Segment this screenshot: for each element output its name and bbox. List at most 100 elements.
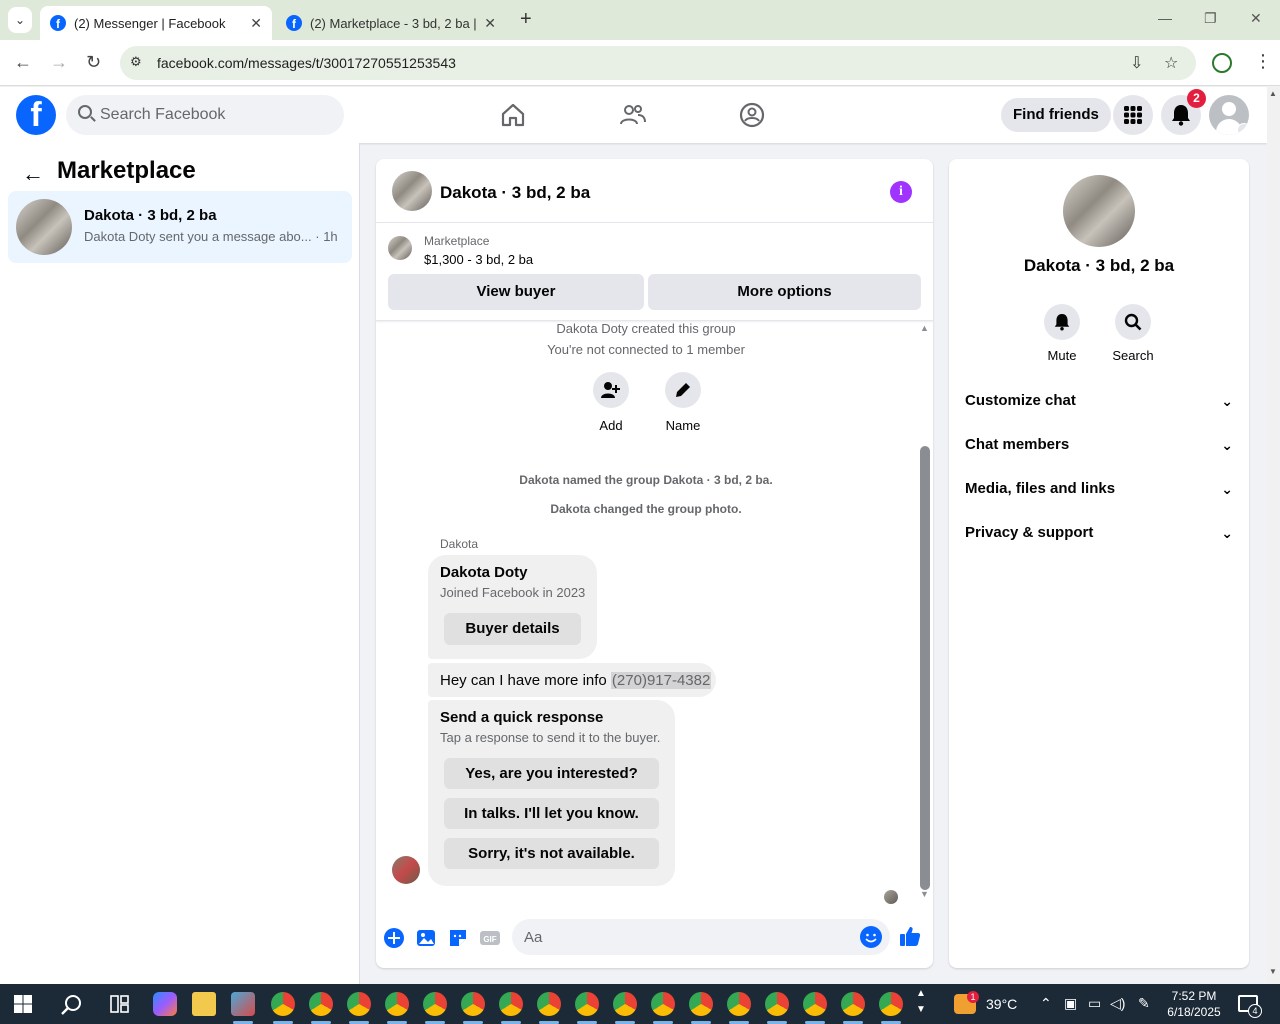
chrome-icon[interactable] (347, 992, 371, 1016)
account-avatar[interactable]: ⌄ (1209, 95, 1249, 135)
menu-grid-button[interactable] (1113, 95, 1153, 135)
file-explorer-icon[interactable] (192, 992, 216, 1016)
chrome-icon[interactable] (575, 992, 599, 1016)
info-icon[interactable]: i (890, 181, 912, 203)
plus-circle-icon[interactable] (383, 927, 405, 949)
tab-search-dropdown[interactable]: ⌄ (8, 7, 32, 33)
close-tab-icon[interactable]: ✕ (484, 15, 496, 32)
thread-scrollbar[interactable]: ▲ ▼ (918, 321, 932, 901)
restore-button[interactable]: ❐ (1204, 10, 1217, 27)
more-options-button[interactable]: More options (648, 274, 921, 310)
page-scrollbar[interactable]: ▲ ▼ (1267, 87, 1280, 984)
scroll-up-icon[interactable]: ▲ (920, 323, 929, 333)
reload-icon[interactable]: ↻ (86, 52, 101, 73)
gif-icon[interactable]: GIF (479, 927, 501, 949)
copilot-icon[interactable] (153, 992, 177, 1016)
emoji-icon[interactable] (860, 926, 882, 948)
quick-response-option[interactable]: Yes, are you interested? (444, 758, 659, 789)
taskbar-search-icon[interactable] (60, 993, 84, 1017)
close-tab-icon[interactable]: ✕ (250, 15, 262, 32)
chrome-icon[interactable] (727, 992, 751, 1016)
photo-icon[interactable] (415, 927, 437, 949)
home-icon[interactable] (499, 101, 527, 129)
tab-marketplace[interactable]: f (2) Marketplace - 3 bd, 2 ba | Fa ✕ (276, 6, 506, 40)
section-label: Chat members (965, 436, 1070, 453)
chat-title[interactable]: Dakota · 3 bd, 2 ba (440, 183, 590, 203)
network-icon[interactable]: ▭ (1088, 995, 1101, 1012)
meet-now-icon[interactable]: ▣ (1064, 995, 1077, 1012)
task-view-icon[interactable] (110, 994, 130, 1014)
sender-avatar[interactable] (392, 856, 420, 884)
scroll-down-icon[interactable]: ▼ (1269, 967, 1277, 976)
search-action[interactable]: Search (1103, 304, 1163, 363)
media-files-links-section[interactable]: Media, files and links ⌄ (965, 471, 1233, 507)
listing-thumbnail[interactable] (388, 236, 412, 260)
message-bubble[interactable]: Hey can I have more info (270)917-4382 (428, 663, 716, 697)
close-window-button[interactable]: ✕ (1250, 10, 1262, 27)
chrome-icon[interactable] (613, 992, 637, 1016)
chrome-icon[interactable] (879, 992, 903, 1016)
chrome-icon[interactable] (499, 992, 523, 1016)
chrome-icon[interactable] (271, 992, 295, 1016)
paint-app-icon[interactable] (231, 992, 255, 1016)
volume-icon[interactable]: ◁) (1110, 995, 1125, 1012)
install-app-icon[interactable]: ⇩ (1130, 53, 1143, 73)
customize-chat-section[interactable]: Customize chat ⌄ (965, 383, 1233, 419)
quick-response-option[interactable]: Sorry, it's not available. (444, 838, 659, 869)
chat-avatar[interactable] (392, 171, 432, 211)
chrome-icon[interactable] (841, 992, 865, 1016)
facebook-logo-icon[interactable]: f (16, 95, 56, 135)
chrome-icon[interactable] (651, 992, 675, 1016)
chrome-icon[interactable] (765, 992, 789, 1016)
find-friends-button[interactable]: Find friends (1001, 98, 1111, 132)
scroll-up-icon[interactable]: ▲ (1269, 89, 1277, 98)
tab-messenger[interactable]: f (2) Messenger | Facebook ✕ (40, 6, 272, 40)
clock[interactable]: 7:52 PM 6/18/2025 (1164, 988, 1224, 1020)
mute-action[interactable]: Mute (1032, 304, 1092, 363)
group-avatar[interactable] (1063, 175, 1135, 247)
browser-menu-icon[interactable]: ⋮ (1254, 51, 1272, 72)
thumbs-up-icon[interactable] (899, 925, 921, 947)
tab-title: (2) Marketplace - 3 bd, 2 ba | Fa (310, 15, 479, 31)
groups-icon[interactable] (738, 101, 766, 129)
add-member-action[interactable]: Add (581, 372, 641, 433)
temperature-text[interactable]: 39°C (986, 996, 1017, 1012)
scroll-down-icon[interactable]: ▼ (920, 889, 929, 899)
pen-icon[interactable]: ✎ (1138, 995, 1150, 1012)
chat-members-section[interactable]: Chat members ⌄ (965, 427, 1233, 463)
conversation-item[interactable]: Dakota · 3 bd, 2 ba Dakota Doty sent you… (8, 191, 352, 263)
quick-response-option[interactable]: In talks. I'll let you know. (444, 798, 659, 829)
view-buyer-button[interactable]: View buyer (388, 274, 644, 310)
back-arrow-icon[interactable]: ← (22, 161, 44, 187)
site-info-icon[interactable]: ⚙ (130, 54, 142, 70)
chrome-icon[interactable] (385, 992, 409, 1016)
buyer-details-button[interactable]: Buyer details (444, 613, 581, 645)
section-label: Media, files and links (965, 480, 1116, 497)
taskbar-overflow-icon[interactable]: ▲ ▼ (916, 986, 926, 1018)
forward-icon[interactable]: → (50, 52, 68, 73)
chrome-icon[interactable] (803, 992, 827, 1016)
address-bar[interactable]: ⚙ facebook.com/messages/t/30017270551253… (120, 46, 1196, 80)
browser-profile-icon[interactable] (1212, 53, 1232, 73)
bookmark-star-icon[interactable]: ☆ (1164, 53, 1178, 73)
name-group-action[interactable]: Name (653, 372, 713, 433)
chrome-icon[interactable] (461, 992, 485, 1016)
tray-chevron-icon[interactable]: ⌃ (1040, 995, 1052, 1012)
sticker-icon[interactable] (447, 927, 469, 949)
privacy-support-section[interactable]: Privacy & support ⌄ (965, 515, 1233, 551)
minimize-button[interactable]: — (1158, 10, 1172, 26)
url-text[interactable]: facebook.com/messages/t/3001727055125354… (157, 55, 456, 71)
chrome-icon[interactable] (689, 992, 713, 1016)
chrome-icon[interactable] (309, 992, 333, 1016)
back-icon[interactable]: ← (14, 52, 32, 73)
chrome-icon[interactable] (537, 992, 561, 1016)
chrome-icon[interactable] (423, 992, 447, 1016)
facebook-search-input[interactable]: Search Facebook (66, 95, 344, 135)
listing-price[interactable]: $1,300 - 3 bd, 2 ba (424, 252, 533, 267)
windows-start-icon[interactable] (14, 995, 32, 1013)
message-phone[interactable]: (270)917-4382 (610, 672, 712, 689)
new-tab-button[interactable]: + (520, 8, 532, 31)
message-input[interactable]: Aa (512, 919, 890, 955)
scrollbar-thumb[interactable] (920, 446, 930, 890)
friends-icon[interactable] (619, 101, 647, 129)
